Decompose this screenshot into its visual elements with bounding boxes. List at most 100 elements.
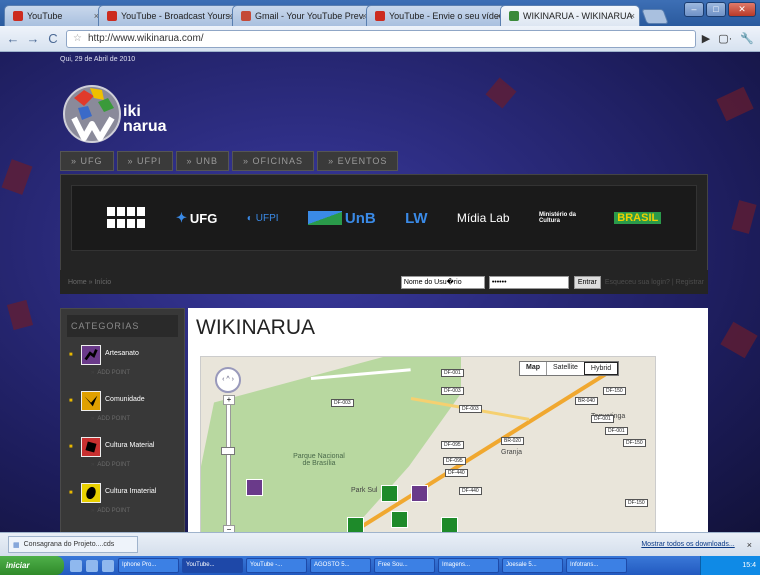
tab-strip: YouTube × YouTube - Broadcast Yours... ×…: [0, 0, 760, 26]
sponsor-midialab[interactable]: Mídia Lab: [457, 211, 510, 225]
taskbar-item[interactable]: AGOSTO 5...: [310, 558, 371, 573]
brand-line-2: narua: [123, 118, 167, 135]
start-button[interactable]: iniciar: [0, 556, 64, 575]
minimize-icon[interactable]: –: [684, 2, 704, 17]
tab-youtube[interactable]: YouTube ×: [4, 5, 104, 26]
youtube-favicon-icon: [13, 11, 23, 21]
road-shield: DF-440: [445, 469, 468, 477]
sponsor-minc[interactable]: Ministério da Cultura: [539, 212, 585, 224]
register-link[interactable]: Esqueceu sua login? | Registrar: [605, 279, 704, 286]
map-marker-artesanato[interactable]: [246, 479, 263, 496]
sponsors-banner: ✦ UFG ◐ UFPI UnB LW Mídia Lab Ministério d…: [60, 174, 708, 274]
road-shield: DF-440: [459, 487, 482, 495]
map-type-map-button[interactable]: Map: [520, 362, 546, 375]
nav-unb[interactable]: » UNB: [175, 151, 230, 171]
taskbar-item[interactable]: Iphone Pro...: [118, 558, 179, 573]
bookmark-star-icon[interactable]: ☆: [73, 33, 82, 44]
add-point-link[interactable]: » ADD POINT: [91, 508, 130, 514]
road-shield: DF-001: [591, 415, 614, 423]
new-tab-button[interactable]: [641, 9, 669, 24]
browser-toolbar: ← → C ☆ http://www.wikinarua.com/ ▶ ▢· 🔧: [0, 26, 760, 52]
nav-oficinas[interactable]: » OFICINAS: [232, 151, 315, 171]
tab-wikinarua[interactable]: WIKINARUA - WIKINARUA ×: [500, 5, 640, 26]
sponsor-brasil[interactable]: BRASIL: [614, 212, 662, 224]
add-point-label: ADD POINT: [97, 462, 131, 468]
add-point-link[interactable]: » ADD POINT: [91, 462, 130, 468]
taskbar-item[interactable]: Free Sou...: [374, 558, 435, 573]
category-cultura-imaterial[interactable]: ■ Cultura Imaterial » ADD POINT: [61, 481, 184, 527]
username-field[interactable]: [400, 275, 485, 289]
tab-youtube-broadcast[interactable]: YouTube - Broadcast Yours... ×: [98, 5, 238, 26]
sponsor-unb[interactable]: UnB: [307, 210, 376, 227]
sponsor-ufpi[interactable]: ◐ UFPI: [247, 213, 279, 224]
map-pan-control[interactable]: ‹ ^ ›: [215, 367, 241, 393]
quick-launch-icon[interactable]: [86, 559, 98, 572]
category-cultura-material[interactable]: ■ Cultura Material » ADD POINT: [61, 435, 184, 481]
zoom-in-icon[interactable]: +: [223, 395, 235, 405]
map-type-hybrid-button[interactable]: Hybrid: [583, 362, 619, 375]
wikinarua-logo[interactable]: [60, 80, 124, 144]
nav-ufg[interactable]: » UFG: [60, 151, 114, 171]
taskbar-item[interactable]: Imagens...: [438, 558, 499, 573]
place-label: Granja: [501, 449, 523, 456]
close-tab-icon[interactable]: ×: [630, 11, 635, 21]
zoom-handle[interactable]: [221, 447, 235, 455]
forward-icon[interactable]: →: [26, 31, 40, 46]
nav-eventos[interactable]: » EVENTOS: [317, 151, 399, 171]
address-bar[interactable]: ☆ http://www.wikinarua.com/: [66, 29, 696, 48]
show-all-downloads-link[interactable]: Mostrar todos os downloads...: [641, 541, 734, 548]
road-shield: DF-001: [605, 427, 628, 435]
map-view[interactable]: Parque Nacional de Brasília Park Sul Gra…: [200, 356, 656, 532]
system-tray-clock[interactable]: 15:4: [700, 556, 760, 575]
windows-taskbar: iniciar Iphone Pro... YouTube... YouTube…: [0, 556, 760, 575]
tab-youtube-upload[interactable]: YouTube - Envie o seu vídeo ×: [366, 5, 506, 26]
taskbar-item[interactable]: Infotrans...: [566, 558, 627, 573]
page-menu-icon[interactable]: ▶: [702, 32, 710, 45]
taskbar-item[interactable]: YouTube...: [182, 558, 243, 573]
youtube-favicon-icon: [375, 11, 385, 21]
category-artesanato[interactable]: ■ Artesanato » ADD POINT: [61, 343, 184, 389]
quick-launch-icon[interactable]: [70, 559, 82, 572]
password-field[interactable]: [488, 275, 569, 289]
tab-gmail[interactable]: Gmail - Your YouTube Prev... ×: [232, 5, 372, 26]
road-shield: DF-003: [441, 387, 464, 395]
download-item[interactable]: ▦ Consagrana do Projeto....cds: [8, 536, 138, 553]
main-content: WIKINARUA Parque Nacional de Brasília Pa…: [188, 308, 708, 532]
maximize-icon[interactable]: □: [706, 2, 726, 17]
cultura-material-icon: [81, 437, 101, 457]
sponsor-ufg[interactable]: ✦ UFG: [176, 210, 217, 226]
breadcrumb[interactable]: Home » Início: [68, 279, 401, 286]
category-comunidade[interactable]: ■ Comunidade » ADD POINT: [61, 389, 184, 435]
zoom-out-icon[interactable]: −: [223, 525, 235, 532]
taskbar-item[interactable]: Joesale 5...: [502, 558, 563, 573]
sponsor-ufg-label: UFG: [189, 210, 218, 226]
map-marker-green[interactable]: [391, 511, 408, 528]
add-point-link[interactable]: » ADD POINT: [91, 416, 130, 422]
reload-icon[interactable]: C: [46, 31, 60, 46]
place-label: Park Sul: [351, 487, 378, 494]
add-point-link[interactable]: » ADD POINT: [91, 370, 130, 376]
nav-ufpi[interactable]: » UFPI: [116, 151, 173, 171]
close-window-icon[interactable]: ✕: [728, 2, 756, 17]
login-button[interactable]: Entrar: [573, 275, 601, 289]
taskbar-item[interactable]: YouTube -...: [246, 558, 307, 573]
background-decoration: [485, 77, 517, 109]
map-marker-green[interactable]: [381, 485, 398, 502]
road-shield: DF-150: [625, 499, 648, 507]
zoom-slider[interactable]: [226, 397, 231, 531]
bullet-icon: ■: [69, 490, 73, 496]
back-icon[interactable]: ←: [6, 31, 20, 46]
map-marker-green[interactable]: [441, 517, 458, 532]
road-shield: DF-003: [459, 405, 482, 413]
wrench-icon[interactable]: 🔧: [740, 32, 754, 45]
quick-launch-icon[interactable]: [102, 559, 114, 572]
gmail-favicon-icon: [241, 11, 251, 21]
close-downloads-icon[interactable]: ×: [747, 540, 752, 550]
page-icon[interactable]: ▢·: [718, 32, 732, 45]
map-marker-artesanato[interactable]: [411, 485, 428, 502]
map-marker-green[interactable]: [347, 517, 364, 532]
map-type-satellite-button[interactable]: Satellite: [546, 362, 584, 375]
road-shield: DF-095: [443, 457, 466, 465]
sponsor-lw[interactable]: LW: [405, 210, 428, 227]
background-decoration: [720, 321, 758, 359]
